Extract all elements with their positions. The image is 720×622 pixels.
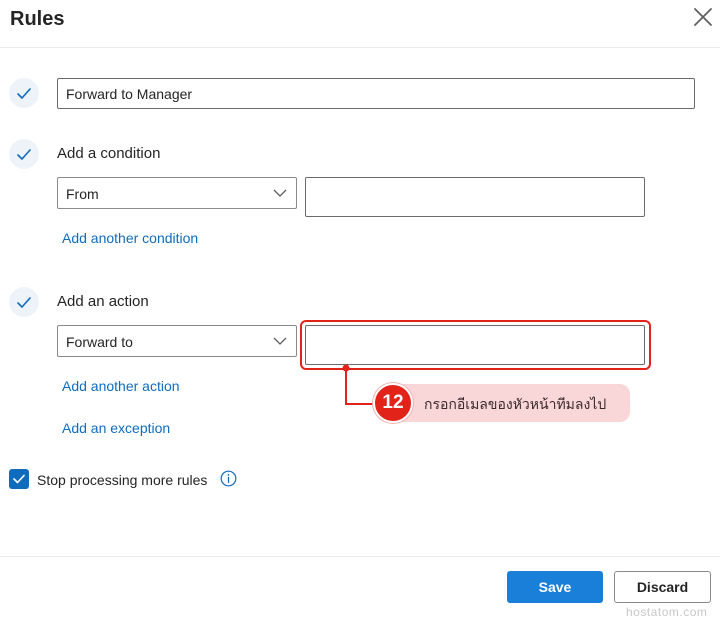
close-icon[interactable]: [692, 6, 714, 28]
rule-name-input[interactable]: [58, 79, 694, 108]
step-condition-checkmark-icon: [9, 139, 39, 169]
chevron-down-icon: [273, 337, 287, 345]
add-an-exception-link[interactable]: Add an exception: [62, 420, 170, 436]
annotation-step-badge: 12: [373, 383, 413, 423]
stop-processing-checkbox[interactable]: [9, 469, 29, 489]
info-icon[interactable]: [220, 470, 237, 487]
checkmark-icon: [17, 87, 31, 99]
condition-value-input[interactable]: [306, 178, 644, 216]
rule-name-field[interactable]: [57, 78, 695, 109]
condition-value-field[interactable]: [305, 177, 645, 217]
save-button[interactable]: Save: [507, 571, 603, 603]
action-select-value: Forward to: [66, 334, 133, 350]
add-another-action-link[interactable]: Add another action: [62, 378, 180, 394]
add-another-condition-link[interactable]: Add another condition: [62, 230, 198, 246]
step-name-checkmark-icon: [9, 78, 39, 108]
forward-to-email-field[interactable]: [305, 325, 645, 365]
condition-select-value: From: [66, 186, 99, 202]
dialog-header: Rules: [0, 0, 720, 48]
annotation-text: กรอกอีเมลของหัวหน้าทีมลงไป: [424, 397, 607, 413]
condition-select[interactable]: From: [57, 177, 297, 209]
action-heading: Add an action: [57, 293, 149, 310]
discard-button[interactable]: Discard: [614, 571, 711, 603]
annotation-callout: กรอกอีเมลของหัวหน้าทีมลงไป: [384, 384, 630, 422]
checkmark-icon: [13, 474, 25, 484]
dialog-title: Rules: [10, 8, 65, 30]
stop-processing-label: Stop processing more rules: [37, 472, 208, 488]
step-action-checkmark-icon: [9, 287, 39, 317]
condition-heading: Add a condition: [57, 145, 161, 162]
watermark: hostatom.com: [626, 605, 708, 619]
dialog-footer: [0, 556, 720, 622]
checkmark-icon: [17, 148, 31, 160]
checkmark-icon: [17, 296, 31, 308]
chevron-down-icon: [273, 189, 287, 197]
forward-to-email-input[interactable]: [306, 326, 644, 364]
action-select[interactable]: Forward to: [57, 325, 297, 357]
